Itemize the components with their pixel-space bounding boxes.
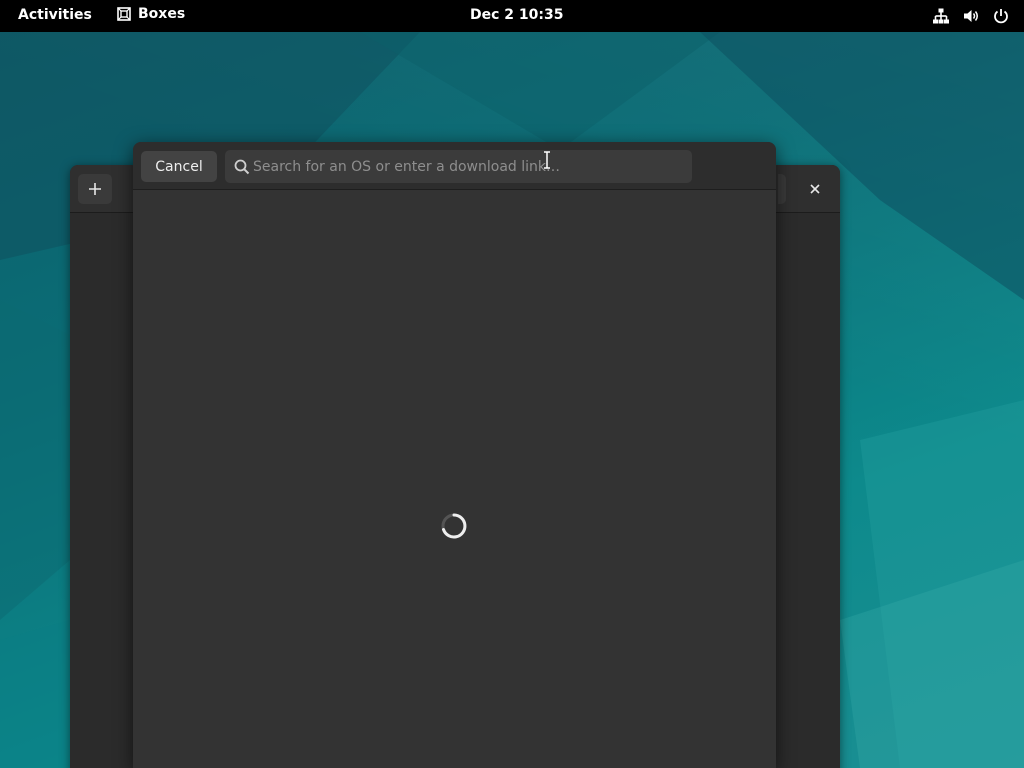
search-box[interactable] [225,150,692,183]
text-cursor-icon [544,151,550,169]
main-window-header-button[interactable] [778,174,786,204]
activities-button[interactable]: Activities [18,7,92,23]
power-icon [994,9,1008,24]
add-box-button[interactable] [78,174,112,204]
main-window-close-button[interactable] [804,178,826,200]
search-icon [234,159,250,175]
dialog-body [133,190,776,768]
app-menu-label: Boxes [138,6,186,22]
plus-icon [89,183,101,195]
cancel-button[interactable]: Cancel [141,151,217,182]
search-input[interactable] [253,150,683,183]
spinner-icon [441,513,467,539]
top-bar: Activities Boxes Dec 2 10:35 [0,0,1024,32]
app-menu[interactable]: Boxes [116,6,185,22]
dialog-header: Cancel [133,142,776,190]
clock[interactable]: Dec 2 10:35 [470,7,563,23]
boxes-app-icon [117,7,131,21]
network-icon [933,8,949,24]
system-tray[interactable] [932,7,1010,25]
close-icon [810,184,820,194]
create-box-dialog: Cancel [133,142,776,768]
volume-icon [964,10,978,22]
